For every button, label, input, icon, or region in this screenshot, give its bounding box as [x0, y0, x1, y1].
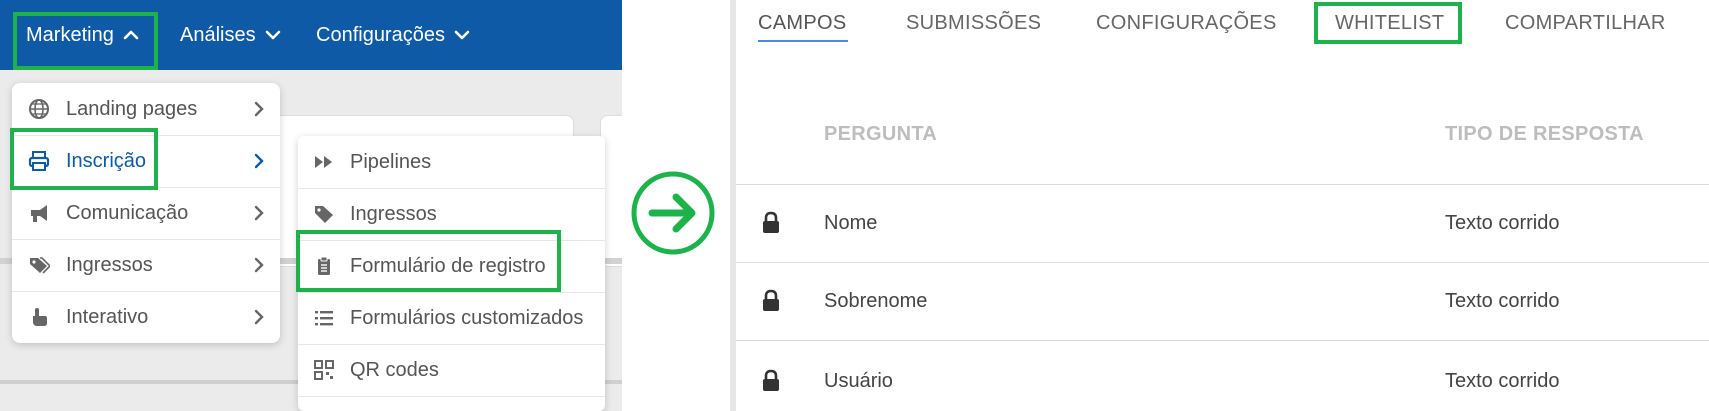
table-cell-pergunta: Sobrenome — [824, 290, 928, 312]
right-screenshot-panel — [730, 0, 1709, 411]
submenu-pointer — [288, 154, 298, 174]
nav-item-configuracoes[interactable]: Configurações — [316, 0, 471, 70]
submenu-item-label: QR codes — [350, 358, 439, 381]
lock-icon — [763, 369, 779, 391]
chevron-down-icon — [454, 30, 470, 40]
highlight-box-formulario-de-registro — [296, 230, 561, 292]
lock-icon — [763, 289, 779, 311]
nav-item-label: Configurações — [316, 24, 445, 46]
tab-compartilhar[interactable]: COMPARTILHAR — [1505, 0, 1666, 46]
submenu-item-label: Formulários customizados — [350, 306, 584, 329]
menu-item-interativo[interactable]: Interativo — [12, 291, 280, 343]
highlight-box-whitelist — [1314, 2, 1462, 44]
nav-item-analises[interactable]: Análises — [180, 0, 282, 70]
chevron-right-icon — [254, 257, 264, 273]
menu-item-label: Interativo — [66, 305, 149, 328]
chevron-right-icon — [254, 101, 264, 117]
column-header-tipo-de-resposta: TIPO DE RESPOSTA — [1445, 123, 1644, 145]
table-cell-pergunta: Nome — [824, 212, 878, 234]
table-cell-tipo: Texto corrido — [1445, 370, 1560, 392]
tags-icon — [26, 252, 52, 278]
qrcode-icon — [312, 358, 336, 382]
menu-item-label: Landing pages — [66, 97, 198, 120]
arrow-right-icon — [631, 171, 715, 255]
marketing-dropdown-menu: Landing pages Inscrição Comunicação Ingr… — [12, 83, 280, 343]
chevron-right-icon — [254, 153, 264, 169]
column-header-pergunta: PERGUNTA — [824, 123, 938, 145]
highlight-box-marketing — [13, 12, 158, 70]
panel-divider — [730, 0, 736, 411]
hand-pointer-icon — [26, 304, 52, 330]
row-divider — [736, 340, 1709, 341]
table-cell-pergunta: Usuário — [824, 370, 893, 392]
submenu-item-qr-codes[interactable]: QR codes — [298, 344, 605, 397]
menu-item-label: Comunicação — [66, 201, 189, 224]
tab-submissoes[interactable]: SUBMISSÕES — [906, 0, 1041, 46]
submenu-item-formularios-customizados[interactable]: Formulários customizados — [298, 292, 605, 345]
chevron-right-icon — [254, 309, 264, 325]
table-cell-tipo: Texto corrido — [1445, 290, 1560, 312]
submenu-item-label: Pipelines — [350, 150, 432, 173]
tab-configuracoes[interactable]: CONFIGURAÇÕES — [1096, 0, 1277, 46]
list-icon — [312, 306, 336, 330]
submenu-item-pipelines[interactable]: Pipelines — [298, 136, 605, 189]
table-cell-tipo: Texto corrido — [1445, 212, 1560, 234]
nav-item-label: Análises — [180, 24, 256, 46]
megaphone-icon — [26, 200, 52, 226]
chevron-right-icon — [254, 205, 264, 221]
submenu-item-label: Ingressos — [350, 202, 437, 225]
active-tab-underline — [758, 40, 848, 42]
menu-item-comunicacao[interactable]: Comunicação — [12, 187, 280, 240]
tag-icon — [312, 202, 336, 226]
row-divider — [736, 184, 1709, 185]
left-screenshot-panel: Marketing Análises Configurações Landing… — [0, 0, 622, 411]
globe-icon — [26, 96, 52, 122]
lock-icon — [763, 211, 779, 233]
row-divider — [736, 262, 1709, 263]
menu-item-ingressos[interactable]: Ingressos — [12, 239, 280, 292]
fast-forward-icon — [312, 150, 336, 174]
chevron-down-icon — [265, 30, 280, 40]
menu-item-label: Ingressos — [66, 253, 153, 276]
highlight-box-inscricao — [10, 128, 158, 190]
